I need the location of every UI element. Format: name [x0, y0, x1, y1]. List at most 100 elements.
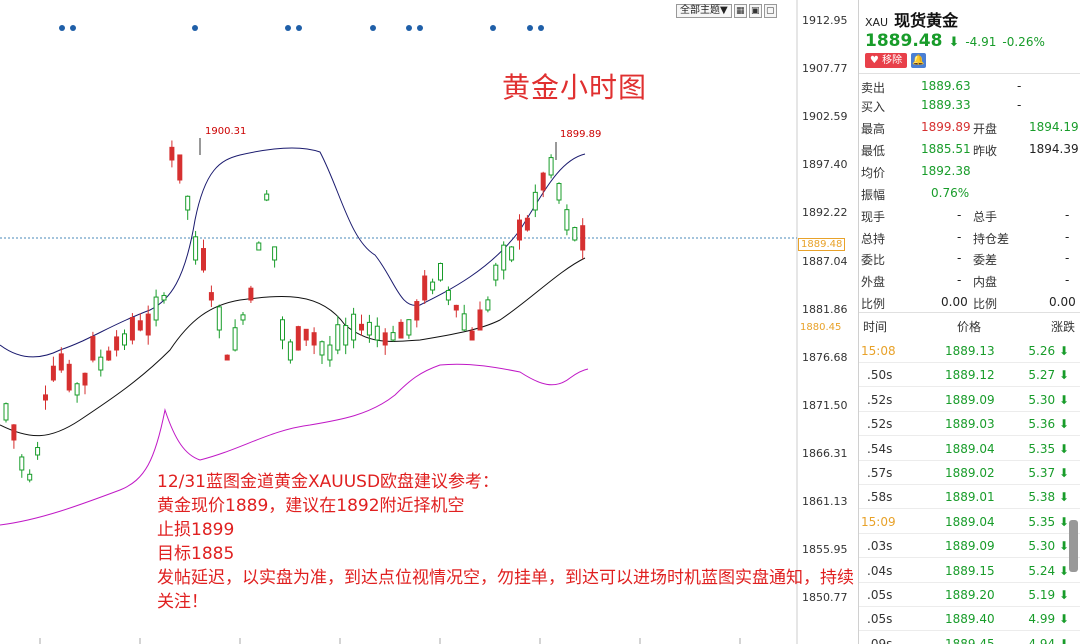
candle-body: [177, 154, 183, 181]
candle-body: [161, 294, 167, 301]
tick-change: 5.19 ⬇: [1028, 588, 1069, 602]
y-tick-label: 1887.04: [802, 254, 848, 268]
y-tick-label: 1871.50: [802, 398, 848, 412]
quote-total-hand-value: -: [1065, 208, 1070, 222]
tick-row[interactable]: .54s 1889.04 5.35 ⬇: [859, 437, 1080, 461]
event-dot-icon: [296, 25, 302, 31]
down-arrow-icon: ⬇: [1058, 490, 1069, 505]
box-icon[interactable]: ▣: [748, 4, 762, 18]
event-dot-icon: [59, 25, 65, 31]
quote-out-value: -: [957, 273, 962, 287]
candle-body: [548, 157, 554, 176]
candle-body: [374, 325, 380, 341]
tick-row[interactable]: .03s 1889.09 5.30 ⬇: [859, 534, 1080, 559]
candle-body: [564, 209, 570, 231]
candle-body: [343, 325, 349, 346]
quote-open-value: 1894.19: [1029, 120, 1079, 134]
chart-area[interactable]: 全部主题▼ ▦ ▣ ▢ 黄金小时图 1900.31 1899.89 1912.9…: [0, 0, 858, 644]
down-arrow-icon: ⬇: [1058, 636, 1069, 644]
y-tick-label: 1866.31: [802, 446, 848, 460]
tick-time: .57s: [867, 466, 893, 480]
quote-prev-value: 1894.39: [1029, 142, 1079, 156]
advice-line-2: 黄金现价1889，建议在1892附近择机空: [157, 496, 465, 516]
event-dot-icon: [192, 25, 198, 31]
quote-row: 最低 1885.51 昨收 1894.39: [859, 139, 1080, 161]
quote-prev-label: 昨收: [973, 144, 998, 158]
event-dot-icon: [490, 25, 496, 31]
tick-change-value: 5.35: [1028, 441, 1056, 456]
tick-row[interactable]: .05s 1889.40 4.99 ⬇: [859, 607, 1080, 632]
candle-body: [485, 299, 491, 311]
quote-open-label: 开盘: [973, 122, 998, 136]
down-arrow-icon: ⬇: [1058, 441, 1069, 456]
down-arrow-icon: ⬇: [1058, 514, 1069, 529]
candle-body: [201, 248, 206, 271]
tick-row[interactable]: 15:08 1889.13 5.26 ⬇: [859, 339, 1080, 363]
tick-row[interactable]: .09s 1889.45 4.94 ⬇: [859, 632, 1080, 644]
tick-price: 1889.03: [945, 417, 995, 432]
quote-pct1-label: 比例: [861, 297, 886, 311]
tick-price: 1889.04: [945, 514, 995, 529]
quote-high-value: 1899.89: [921, 120, 971, 134]
scrollbar[interactable]: [1069, 520, 1078, 572]
candle-body: [232, 327, 238, 351]
candle-body: [493, 264, 499, 281]
tick-time: .58s: [867, 490, 893, 505]
tick-row[interactable]: .52s 1889.03 5.36 ⬇: [859, 412, 1080, 437]
tick-change-value: 5.19: [1028, 588, 1056, 602]
quote-hold-value: -: [957, 230, 962, 244]
quote-row: 买入 1889.33 -: [859, 95, 1080, 117]
tick-row[interactable]: .05s 1889.20 5.19 ⬇: [859, 583, 1080, 607]
bell-icon[interactable]: 🔔: [911, 53, 926, 68]
price-row: 1889.48 ⬇ -4.91 -0.26%: [865, 31, 1045, 51]
quote-in-label: 内盘: [973, 275, 998, 289]
quote-hold-diff-value: -: [1065, 230, 1070, 244]
tick-row[interactable]: .04s 1889.15 5.24 ⬇: [859, 559, 1080, 583]
tick-row[interactable]: .57s 1889.02 5.37 ⬇: [859, 461, 1080, 485]
tick-time: .54s: [867, 441, 893, 456]
tick-time: 15:08: [861, 344, 896, 358]
candle-body: [540, 172, 546, 191]
ticks-header: 时间 价格 涨跌: [859, 315, 1080, 337]
theme-select[interactable]: 全部主题▼: [676, 4, 732, 18]
tick-price: 1889.02: [945, 466, 995, 480]
candle-body: [359, 323, 364, 331]
tick-price: 1889.09: [945, 392, 995, 407]
quote-buy-extra: -: [1017, 98, 1022, 112]
grid-icon[interactable]: ▦: [733, 4, 747, 18]
tick-change-value: 5.26: [1028, 344, 1056, 358]
candle-body: [398, 321, 404, 339]
tick-row[interactable]: .50s 1889.12 5.27 ⬇: [859, 363, 1080, 388]
price-change: -4.91: [965, 35, 997, 49]
chart-toolbar: 全部主题▼ ▦ ▣ ▢: [676, 4, 777, 18]
down-arrow-icon: ⬇: [1058, 417, 1069, 432]
candle-body: [35, 447, 41, 456]
tick-row[interactable]: .52s 1889.09 5.30 ⬇: [859, 388, 1080, 412]
tick-price: 1889.13: [945, 344, 995, 358]
candle-body: [453, 304, 459, 311]
tick-row[interactable]: .58s 1889.01 5.38 ⬇: [859, 485, 1080, 510]
quote-low-value: 1885.51: [921, 142, 971, 156]
quote-row: 均价 1892.38: [859, 161, 1080, 183]
down-arrow-icon: ⬇: [1058, 344, 1069, 358]
tick-change: 5.30 ⬇: [1028, 539, 1069, 553]
peak-label-left: 1900.31: [205, 126, 247, 137]
candle-body: [438, 262, 443, 281]
candle-body: [122, 333, 127, 346]
quote-row: 现手 - 总手 -: [859, 205, 1080, 227]
down-arrow-icon: ⬇: [1058, 466, 1069, 480]
tick-time: .50s: [867, 368, 893, 383]
event-dot-icon: [417, 25, 423, 31]
tick-change: 5.30 ⬇: [1028, 393, 1069, 407]
candle-body: [74, 383, 80, 396]
candle-body: [43, 394, 48, 401]
candle-body: [169, 146, 175, 161]
candle-body: [311, 332, 317, 346]
candle-body: [248, 287, 254, 301]
candle-body: [414, 301, 420, 321]
window-icon[interactable]: ▢: [763, 4, 777, 18]
remove-favorite-button[interactable]: ♥ 移除: [865, 53, 907, 68]
candle-body: [256, 242, 262, 251]
tick-change-value: 5.36: [1028, 417, 1056, 432]
tick-row[interactable]: 15:09 1889.04 5.35 ⬇: [859, 510, 1080, 534]
